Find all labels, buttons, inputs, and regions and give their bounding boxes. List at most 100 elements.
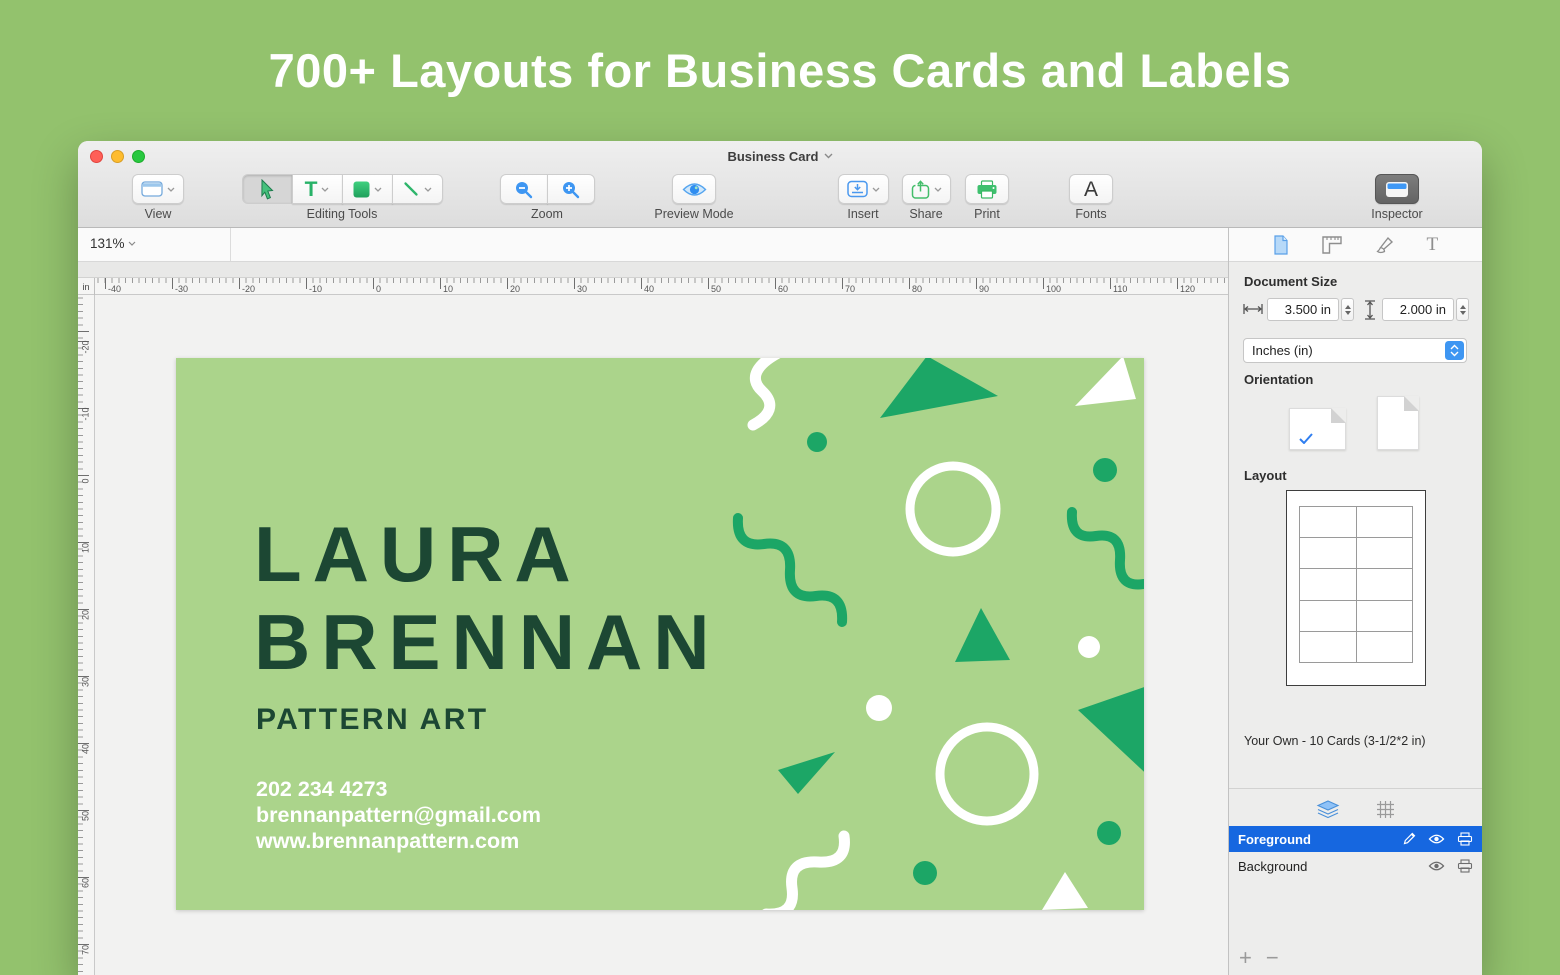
tab-text-icon[interactable]: T <box>1426 234 1438 256</box>
tab-geometry-icon[interactable] <box>1321 235 1343 255</box>
orientation-portrait-option[interactable] <box>1377 396 1419 450</box>
remove-layer-button[interactable]: − <box>1266 945 1279 971</box>
orientation-title: Orientation <box>1244 372 1313 387</box>
layout-grid-cell <box>1357 538 1413 568</box>
app-window: Business Card View <box>78 141 1482 975</box>
select-tool-button[interactable] <box>242 174 293 204</box>
canvas[interactable]: LAURA BRENNAN PATTERN ART 202 234 4273 b… <box>95 295 1228 975</box>
layout-grid-cell <box>1300 569 1356 599</box>
view-label: View <box>145 207 172 221</box>
tab-appearance-brush-icon[interactable] <box>1375 235 1395 255</box>
titlebar: Business Card <box>78 141 1482 171</box>
triangle-shape <box>778 752 835 794</box>
orientation-landscape-option[interactable] <box>1289 408 1346 450</box>
line-tool-icon <box>402 180 420 198</box>
chevron-down-icon <box>374 187 382 192</box>
divider <box>230 228 231 261</box>
zoom-in-button[interactable] <box>547 174 595 204</box>
add-layer-button[interactable]: + <box>1239 945 1252 971</box>
inspector-panel: T Document Size 3.500 in 2.000 in Inches… <box>1228 228 1482 975</box>
vertical-ruler: -20-10010203040506070 <box>78 295 95 975</box>
view-icon <box>141 181 163 197</box>
width-stepper[interactable] <box>1341 298 1354 321</box>
zoom-out-button[interactable] <box>500 174 548 204</box>
printable-icon[interactable] <box>1457 859 1473 873</box>
zoom-out-icon <box>514 180 533 199</box>
card-contacts[interactable]: 202 234 4273 brennanpattern@gmail.com ww… <box>256 776 541 854</box>
height-input[interactable]: 2.000 in <box>1382 298 1454 321</box>
zoom-level-dropdown[interactable]: 131% <box>90 236 136 251</box>
inspector-icon <box>1385 181 1409 198</box>
business-card[interactable]: LAURA BRENNAN PATTERN ART 202 234 4273 b… <box>176 358 1144 910</box>
editing-tools-label: Editing Tools <box>307 207 378 221</box>
ring-shape <box>910 466 996 552</box>
fonts-button[interactable]: A <box>1069 174 1113 204</box>
layers-tabs <box>1229 794 1482 824</box>
card-name[interactable]: LAURA BRENNAN <box>254 510 720 686</box>
view-button[interactable] <box>132 174 184 204</box>
zoom-bar: 131% <box>78 228 1228 262</box>
document-size-row: 3.500 in 2.000 in <box>1229 298 1482 322</box>
toolbar-item-zoom: Zoom <box>490 174 604 221</box>
triangle-shape <box>880 358 998 418</box>
height-icon <box>1362 299 1378 321</box>
shape-tool-button[interactable] <box>342 174 393 204</box>
toolbar-item-editing-tools: T Editing Tools <box>240 174 444 221</box>
toolbar-item-fonts: A Fonts <box>1061 174 1121 221</box>
v-ruler-major-ticks <box>78 295 89 975</box>
layout-preview[interactable] <box>1286 490 1426 686</box>
print-icon <box>976 180 998 199</box>
layer-name: Foreground <box>1238 832 1311 847</box>
units-selected-value: Inches (in) <box>1252 343 1313 358</box>
edit-pencil-icon[interactable] <box>1402 832 1416 846</box>
squiggle-shape <box>766 836 844 910</box>
editing-tools-group: T <box>242 174 443 204</box>
ring-shape <box>940 727 1034 821</box>
triangle-shape <box>1078 683 1144 783</box>
line-tool-button[interactable] <box>392 174 443 204</box>
page-fold <box>1331 408 1346 423</box>
layout-title: Layout <box>1244 468 1287 483</box>
inspector-tabs: T <box>1229 228 1482 262</box>
card-phone: 202 234 4273 <box>256 776 541 802</box>
chevron-down-icon <box>167 187 175 192</box>
layout-grid-cell <box>1357 632 1413 662</box>
visibility-eye-icon[interactable] <box>1428 833 1445 845</box>
layout-caption: Your Own - 10 Cards (3-1/2*2 in) <box>1244 734 1426 748</box>
visibility-eye-icon[interactable] <box>1428 860 1445 872</box>
card-subtitle[interactable]: PATTERN ART <box>256 703 489 737</box>
window-title-area[interactable]: Business Card <box>78 141 1482 171</box>
grid-icon[interactable] <box>1376 800 1395 819</box>
tab-document-icon[interactable] <box>1273 235 1289 255</box>
card-website: www.brennanpattern.com <box>256 828 541 854</box>
printable-icon[interactable] <box>1457 832 1473 846</box>
canvas-row: -20-10010203040506070 <box>78 295 1228 975</box>
inspector-button[interactable] <box>1375 174 1419 204</box>
card-name-line1: LAURA <box>254 510 720 598</box>
text-tool-icon: T <box>305 179 318 200</box>
dot-shape <box>913 861 937 885</box>
height-stepper[interactable] <box>1456 298 1469 321</box>
squiggle-shape <box>753 358 780 425</box>
print-button[interactable] <box>965 174 1009 204</box>
layers-footer: + − <box>1239 945 1279 971</box>
layer-row-foreground[interactable]: Foreground <box>1229 826 1482 852</box>
layers-icon[interactable] <box>1316 800 1340 819</box>
layout-grid-cell <box>1357 569 1413 599</box>
triangle-shape <box>955 608 1010 662</box>
toolbar-item-view: View <box>114 174 202 221</box>
chevron-down-icon <box>128 241 136 246</box>
insert-button[interactable] <box>838 174 889 204</box>
eye-icon <box>682 181 707 198</box>
units-select[interactable]: Inches (in) <box>1243 338 1467 363</box>
layer-row-background[interactable]: Background <box>1229 853 1482 879</box>
toolbar-item-inspector: Inspector <box>1362 174 1432 221</box>
preview-mode-button[interactable] <box>672 174 716 204</box>
text-tool-button[interactable]: T <box>292 174 343 204</box>
share-button[interactable] <box>902 174 951 204</box>
card-name-line2: BRENNAN <box>254 598 720 686</box>
width-input[interactable]: 3.500 in <box>1267 298 1339 321</box>
zoom-level-value: 131% <box>90 236 125 251</box>
layout-grid-cell <box>1357 507 1413 537</box>
print-label: Print <box>974 207 1000 221</box>
